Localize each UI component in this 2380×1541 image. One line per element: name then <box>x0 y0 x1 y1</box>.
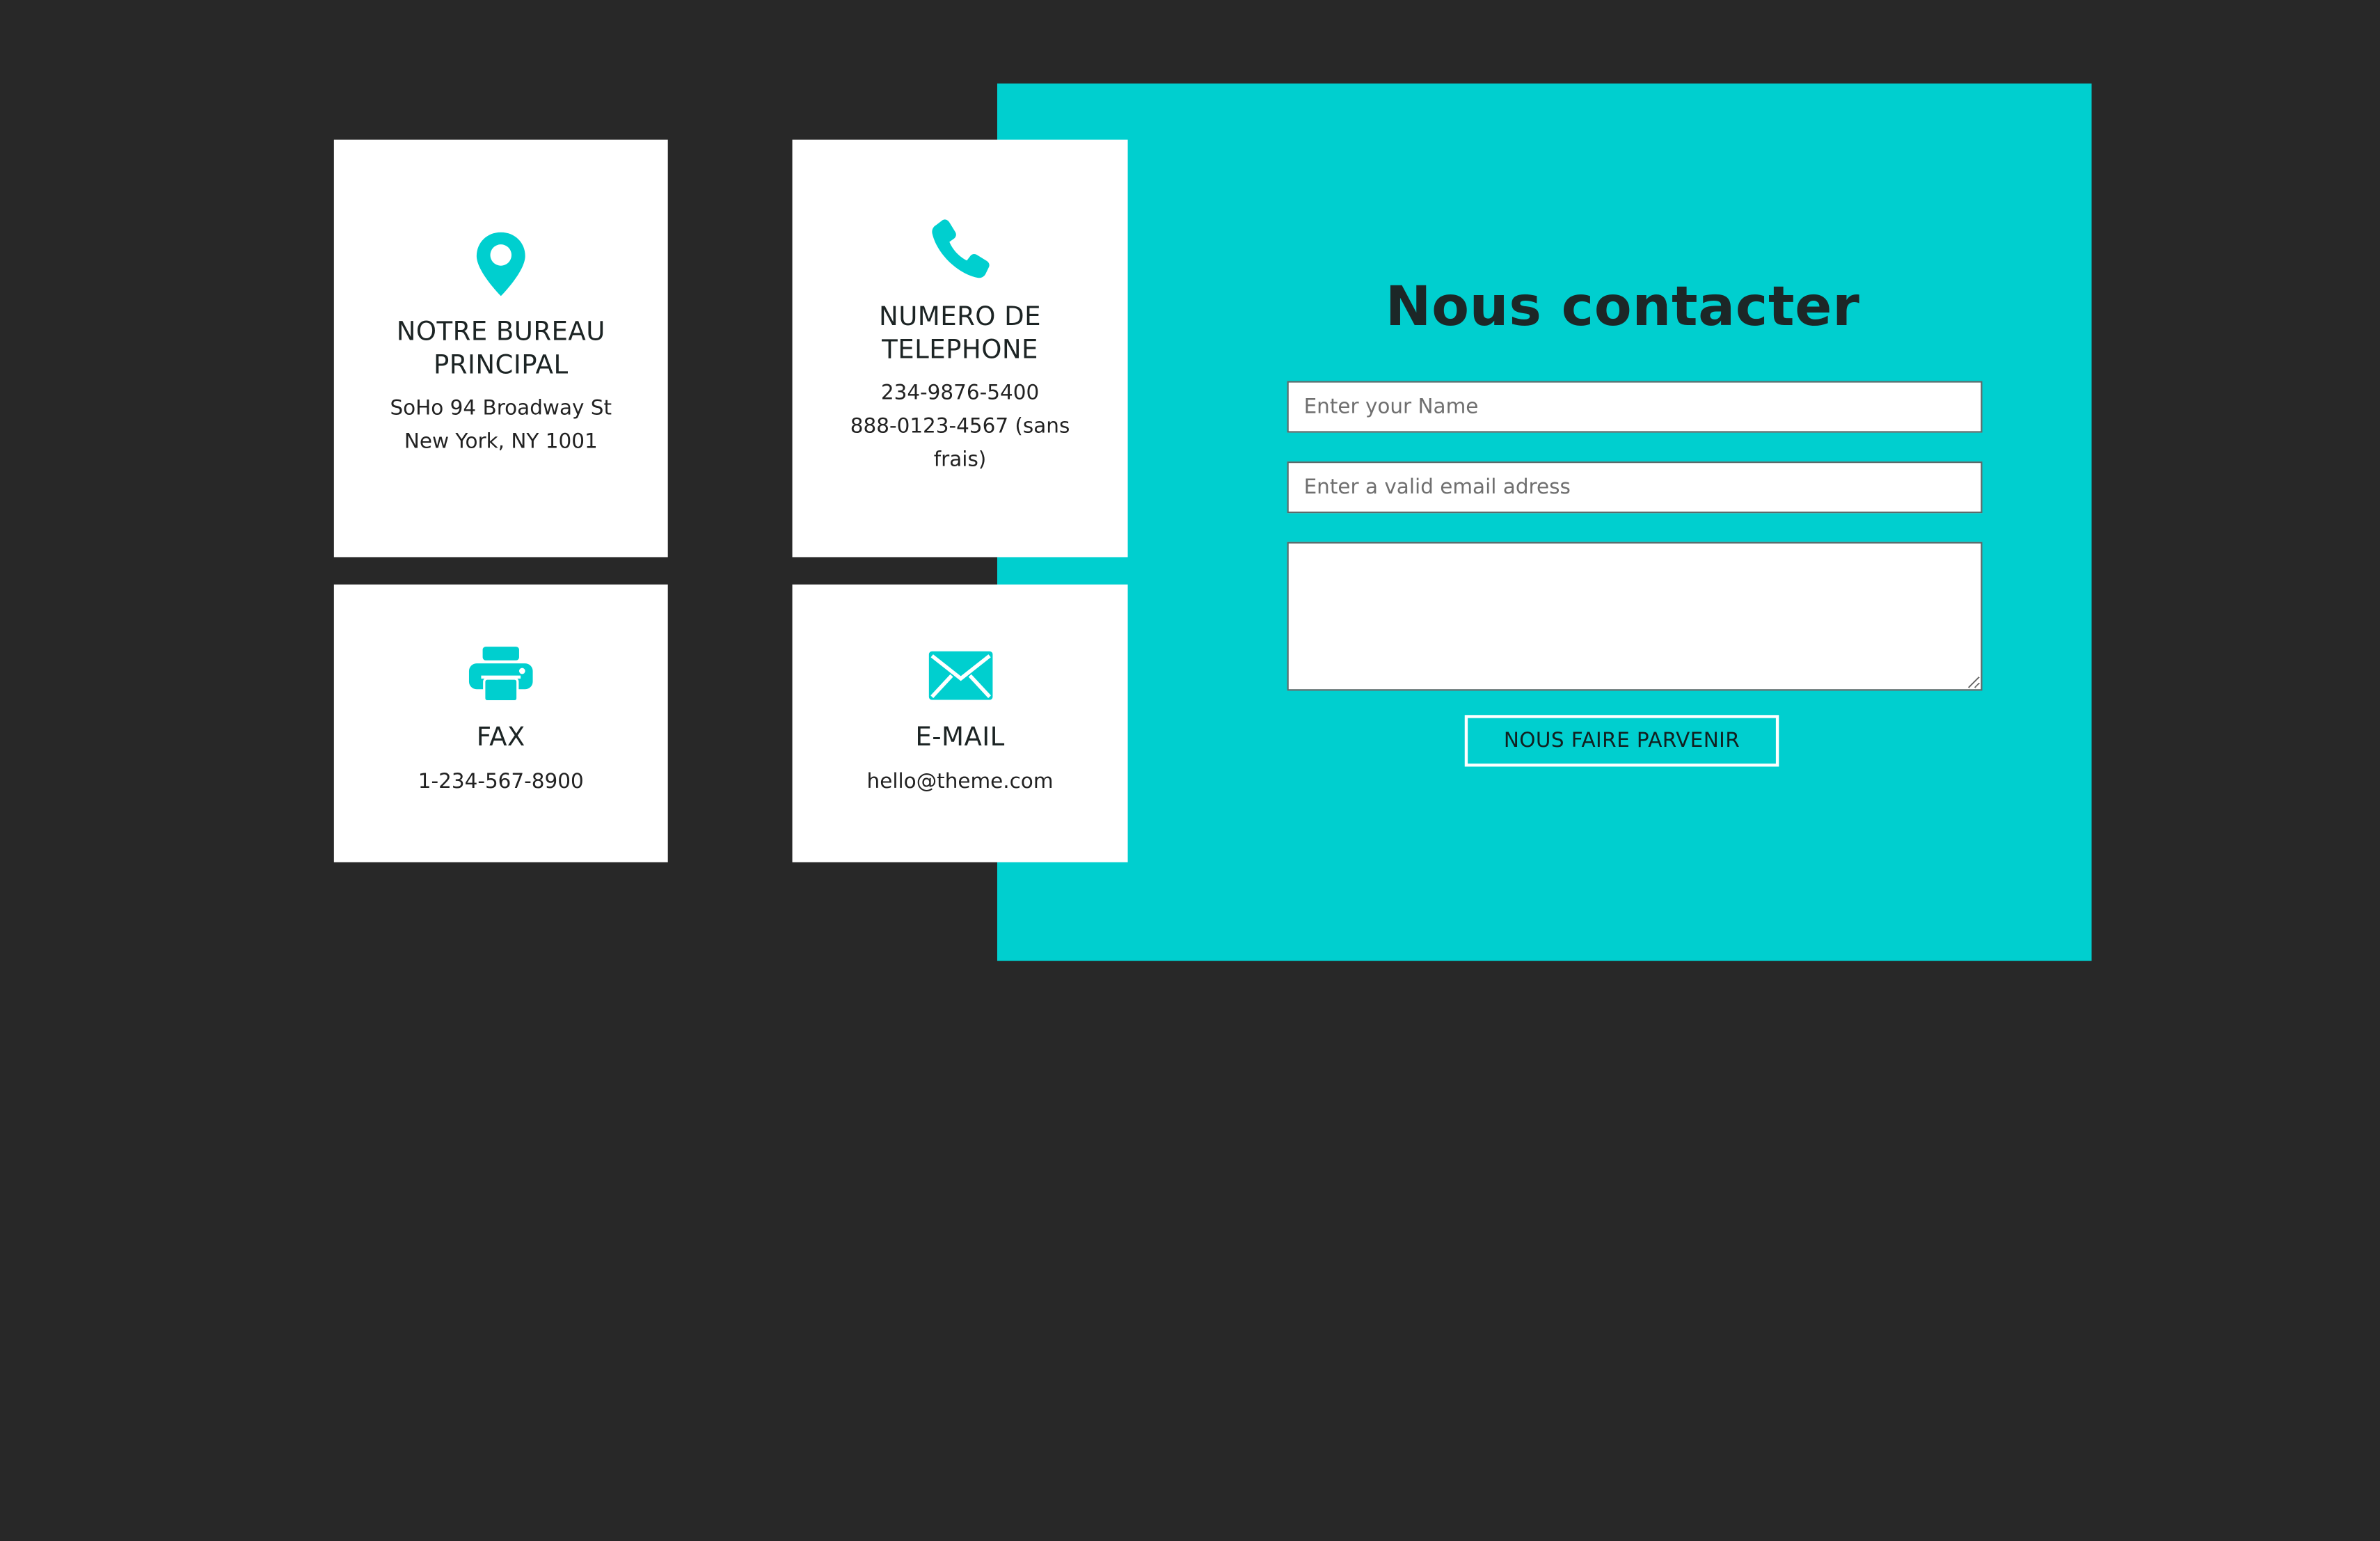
phone-numbers: 234-9876-5400 888-0123-4567 (sans frais) <box>793 377 1128 477</box>
fax-number: 1-234-567-8900 <box>418 769 584 794</box>
office-title-line2: PRINCIPAL <box>433 350 569 381</box>
contact-form-panel <box>997 83 2092 961</box>
office-address-line2: New York, NY 1001 <box>404 429 598 455</box>
page-stage: NOTRE BUREAU PRINCIPAL SoHo 94 Broadway … <box>0 0 2380 1541</box>
form-title: Nous contacter <box>1385 276 1860 339</box>
envelope-icon <box>928 651 992 700</box>
email-card: E-MAIL hello@theme.com <box>792 584 1128 862</box>
email-address: hello@theme.com <box>866 769 1054 794</box>
phone-title-line1: NUMERO DE <box>879 302 1041 333</box>
map-pin-icon <box>476 232 525 297</box>
email-title: E-MAIL <box>915 722 1005 753</box>
fax-title: FAX <box>476 722 525 753</box>
name-input[interactable] <box>1287 381 1983 433</box>
phone-title: NUMERO DE TELEPHONE <box>793 301 1128 368</box>
phone-number-line1: 234-9876-5400 <box>880 381 1040 406</box>
phone-card: NUMERO DE TELEPHONE 234-9876-5400 888-01… <box>792 139 1128 558</box>
email-input[interactable] <box>1287 461 1983 514</box>
phone-icon <box>931 219 989 278</box>
fax-card: FAX 1-234-567-8900 <box>333 584 668 862</box>
office-title: NOTRE BUREAU PRINCIPAL <box>334 316 668 383</box>
office-card: NOTRE BUREAU PRINCIPAL SoHo 94 Broadway … <box>333 139 668 558</box>
printer-icon <box>468 647 533 703</box>
submit-button[interactable]: NOUS FAIRE PARVENIR <box>1464 715 1779 767</box>
message-textarea[interactable] <box>1287 542 1983 691</box>
phone-number-line2: 888-0123-4567 (sans <box>850 414 1070 439</box>
phone-title-line2: TELEPHONE <box>882 335 1038 366</box>
phone-number-line3: frais) <box>933 448 987 473</box>
office-address-line1: SoHo 94 Broadway St <box>390 396 612 421</box>
office-address: SoHo 94 Broadway St New York, NY 1001 <box>334 392 668 459</box>
office-title-line1: NOTRE BUREAU <box>396 317 605 348</box>
